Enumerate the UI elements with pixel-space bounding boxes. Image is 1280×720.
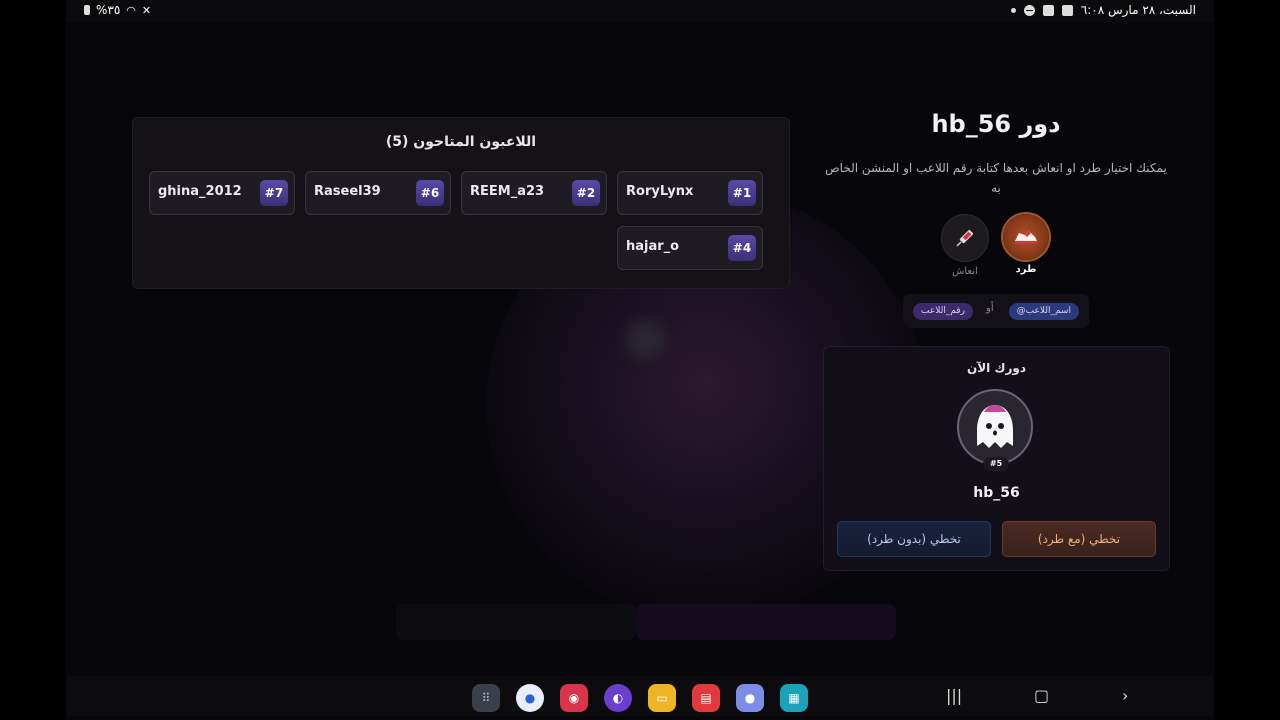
- wifi-icon: ◠: [126, 3, 136, 17]
- available-players-panel: اللاعبون المتاحون (5) RoryLynx #1 REEM_a…: [132, 117, 790, 289]
- syringe-icon: [941, 214, 989, 262]
- ghost-icon: [977, 405, 1013, 448]
- hint-or: أو: [986, 303, 994, 314]
- number-chip: رقم_اللاعب: [913, 303, 973, 320]
- notification-dot-icon: [1010, 7, 1016, 13]
- status-bar: %٣٥ ◠ ✕ السبت، ٢٨ مارس ٦:٠٨: [66, 0, 1214, 22]
- battery-icon: [84, 5, 90, 15]
- kick-action-label: طرد: [1015, 264, 1037, 275]
- player-card[interactable]: Raseel39 #6: [305, 171, 451, 215]
- files-app-icon[interactable]: ▭: [648, 684, 676, 712]
- avatar: [957, 389, 1033, 465]
- player-number-badge: #1: [728, 180, 756, 206]
- battery-level: %٣٥: [96, 3, 121, 17]
- calendar-app-icon[interactable]: ▦: [780, 684, 808, 712]
- input-hint: @اسم_اللاعب أو رقم_اللاعب: [903, 294, 1089, 328]
- gallery-icon: [1061, 4, 1073, 16]
- revive-action-label: انعاش: [952, 266, 978, 277]
- skip-with-kick-button[interactable]: تخطي (مع طرد): [1002, 521, 1156, 557]
- player-card[interactable]: ghina_2012 #7: [149, 171, 295, 215]
- player-number-badge: #6: [416, 180, 444, 206]
- player-name: ghina_2012: [158, 184, 242, 199]
- sneaker-icon: [1003, 214, 1049, 260]
- background-faint-bar: [636, 604, 896, 640]
- back-icon[interactable]: ›: [1122, 686, 1128, 705]
- player-number-badge: #2: [572, 180, 600, 206]
- player-name: Raseel39: [314, 184, 381, 199]
- recents-icon[interactable]: |||: [946, 686, 962, 705]
- background-blur-spot: [626, 320, 666, 360]
- player-name: REEM_a23: [470, 184, 545, 199]
- player-card[interactable]: REEM_a23 #2: [461, 171, 607, 215]
- current-turn-card: دورك الآن #5 hb_56 تخطي (مع طرد) تخطي (ب…: [823, 346, 1170, 571]
- teams-app-icon[interactable]: ●: [736, 684, 764, 712]
- background-faint-bar: [396, 604, 636, 640]
- mute-icon: ✕: [141, 3, 152, 17]
- player-name: RoryLynx: [626, 184, 694, 199]
- turn-description: يمكنك اختيار طرد او انعاش بعدها كتابة رق…: [825, 161, 1167, 195]
- camera-app-icon[interactable]: ◉: [560, 684, 588, 712]
- status-right: السبت، ٢٨ مارس ٦:٠٨: [1010, 3, 1196, 17]
- do-not-disturb-icon: [1023, 4, 1035, 16]
- player-card[interactable]: RoryLynx #1: [617, 171, 763, 215]
- app-drawer-icon[interactable]: ⠿: [472, 684, 500, 712]
- revive-action[interactable]: انعاش: [940, 214, 990, 277]
- datetime: السبت، ٢٨ مارس ٦:٠٨: [1080, 3, 1196, 17]
- player-card[interactable]: hajar_o #4: [617, 226, 763, 270]
- player-number-badge: #4: [728, 235, 756, 261]
- app-dock: ⠿ ● ◉ ◐ ▭ ▤ ● ▦: [472, 684, 808, 712]
- mention-chip: @اسم_اللاعب: [1008, 303, 1079, 320]
- navigation-bar: ⠿ ● ◉ ◐ ▭ ▤ ● ▦ ||| ▢ ›: [66, 676, 1214, 716]
- player-name: hajar_o: [626, 239, 680, 254]
- checkbox-icon: [1042, 4, 1054, 16]
- home-icon[interactable]: ▢: [1034, 686, 1049, 705]
- players-panel-title: اللاعبون المتاحون (5): [385, 134, 537, 150]
- browser-app-icon[interactable]: ◐: [604, 684, 632, 712]
- skip-without-kick-button[interactable]: تخطي (بدون طرد): [837, 521, 991, 557]
- messages-app-icon[interactable]: ●: [516, 684, 544, 712]
- notes-app-icon[interactable]: ▤: [692, 684, 720, 712]
- kick-action[interactable]: طرد: [1001, 214, 1051, 275]
- player-number-badge: #5: [983, 457, 1009, 471]
- current-player-name: hb_56: [973, 485, 1020, 501]
- current-turn-title: دورك الآن: [967, 361, 1026, 375]
- status-left: %٣٥ ◠ ✕: [84, 3, 151, 17]
- player-number-badge: #7: [260, 180, 288, 206]
- turn-title: دور hb_56: [931, 110, 1061, 138]
